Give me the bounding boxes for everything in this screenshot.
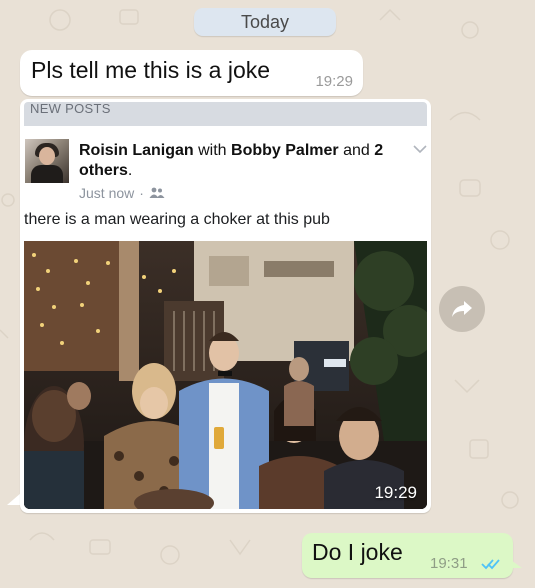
meta-separator: · — [139, 185, 144, 201]
friends-icon — [149, 187, 165, 198]
outgoing-message-bubble[interactable]: Do I joke 19:31 — [302, 533, 513, 578]
share-arrow-icon — [452, 301, 472, 317]
message-time: 19:29 — [315, 73, 353, 90]
chevron-down-icon[interactable] — [413, 143, 427, 155]
message-time: 19:31 — [430, 555, 468, 572]
pub-crowd-photo — [24, 241, 427, 509]
post-timestamp: Just now — [79, 185, 135, 201]
date-divider: Today — [194, 8, 336, 36]
shared-facebook-post[interactable]: NEW POSTS Roisin Lanigan with Bobby Palm… — [20, 99, 431, 513]
forward-button[interactable] — [439, 286, 485, 332]
message-text: Pls tell me this is a joke — [31, 57, 271, 83]
incoming-message-bubble[interactable]: Pls tell me this is a joke 19:29 — [20, 50, 363, 96]
and-word: and — [343, 142, 370, 159]
message-text: Do I joke — [312, 539, 403, 565]
new-posts-banner: NEW POSTS — [24, 102, 427, 126]
author-name[interactable]: Roisin Lanigan — [79, 142, 194, 159]
post-text: there is a man wearing a choker at this … — [24, 211, 330, 228]
post-header: Roisin Lanigan with Bobby Palmer and 2 o… — [79, 141, 399, 181]
author-avatar[interactable] — [25, 139, 69, 183]
with-word: with — [198, 142, 227, 159]
post-meta: Just now · — [79, 185, 165, 201]
bubble-tail — [7, 493, 21, 505]
photo-time: 19:29 — [374, 483, 417, 502]
post-photo[interactable]: 19:29 — [24, 241, 427, 509]
double-check-icon — [481, 559, 500, 570]
bubble-tail — [508, 558, 522, 568]
tagged-name[interactable]: Bobby Palmer — [231, 142, 339, 159]
header-period: . — [127, 162, 133, 179]
